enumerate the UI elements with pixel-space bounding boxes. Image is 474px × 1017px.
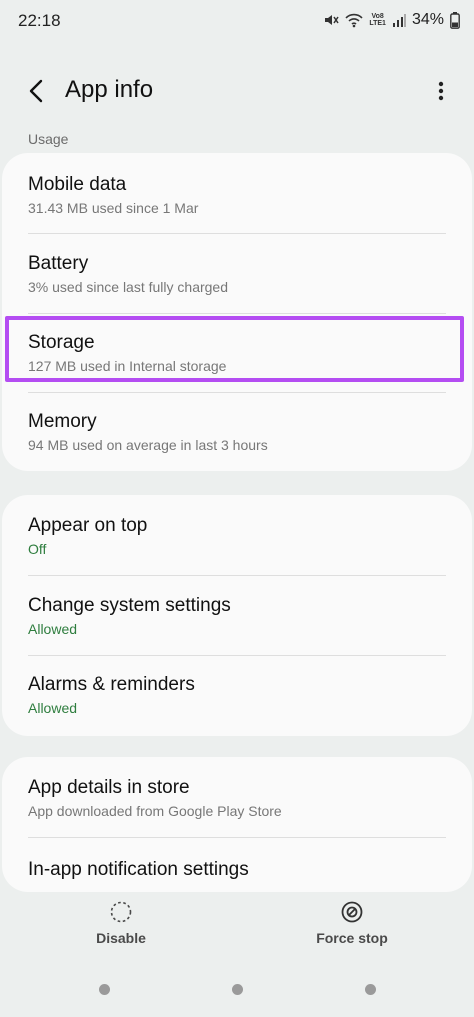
item-subtitle: 94 MB used on average in last 3 hours	[28, 437, 268, 453]
item-subtitle: 31.43 MB used since 1 Mar	[28, 200, 199, 216]
nav-back-button[interactable]	[365, 984, 376, 995]
volte-lte-indicator: Vo8 LTE1	[369, 13, 386, 27]
force-stop-icon	[341, 901, 363, 923]
item-status: Allowed	[28, 700, 78, 716]
status-icons: Vo8 LTE1 34%	[323, 11, 460, 29]
back-button[interactable]	[20, 74, 54, 108]
battery-icon	[450, 11, 460, 29]
list-item-appear-on-top[interactable]: Appear on top Off	[2, 495, 472, 575]
item-title: Battery	[28, 253, 89, 274]
usage-card: Mobile data 31.43 MB used since 1 Mar Ba…	[2, 153, 472, 471]
wifi-icon	[345, 12, 363, 28]
back-arrow-icon	[29, 79, 43, 103]
app-bar: App info	[0, 62, 474, 118]
item-title: Alarms & reminders	[28, 674, 195, 695]
item-title: In-app notification settings	[28, 859, 249, 880]
bottom-action-bar: Disable Force stop	[0, 892, 474, 962]
disable-button[interactable]: Disable	[61, 900, 181, 960]
more-options-button[interactable]	[432, 76, 450, 106]
item-status: Off	[28, 541, 47, 557]
nav-recents-button[interactable]	[99, 984, 110, 995]
item-title: Mobile data	[28, 174, 127, 195]
list-item-battery[interactable]: Battery 3% used since last fully charged	[2, 234, 472, 313]
store-card: App details in store App downloaded from…	[2, 757, 472, 892]
nav-home-button[interactable]	[232, 984, 243, 995]
item-subtitle: App downloaded from Google Play Store	[28, 803, 282, 819]
force-stop-button[interactable]: Force stop	[292, 900, 412, 960]
status-time: 22:18	[18, 11, 61, 30]
item-subtitle: 3% used since last fully charged	[28, 279, 228, 295]
force-stop-label: Force stop	[316, 930, 388, 946]
signal-icon	[392, 13, 406, 27]
list-item-memory[interactable]: Memory 94 MB used on average in last 3 h…	[2, 393, 472, 471]
section-label-usage: Usage	[28, 131, 69, 147]
list-item-alarms-reminders[interactable]: Alarms & reminders Allowed	[2, 656, 472, 736]
list-item-in-app-notification-settings[interactable]: In-app notification settings	[2, 838, 472, 892]
list-item-mobile-data[interactable]: Mobile data 31.43 MB used since 1 Mar	[2, 153, 472, 233]
battery-percent: 34%	[411, 11, 444, 28]
permissions-card: Appear on top Off Change system settings…	[2, 495, 472, 736]
list-item-change-system-settings[interactable]: Change system settings Allowed	[2, 576, 472, 655]
item-title: Appear on top	[28, 515, 148, 536]
disable-label: Disable	[96, 930, 146, 946]
status-bar: 22:18 Vo8 LTE1 34%	[0, 0, 474, 42]
item-title: Memory	[28, 411, 97, 432]
item-status: Allowed	[28, 621, 78, 637]
page-title: App info	[65, 76, 154, 103]
storage-highlight-box	[5, 316, 464, 382]
item-title: App details in store	[28, 777, 190, 798]
item-title: Change system settings	[28, 595, 231, 616]
mute-icon	[323, 12, 339, 28]
more-vert-icon	[438, 81, 444, 101]
disable-icon	[110, 901, 132, 923]
list-item-app-details-in-store[interactable]: App details in store App downloaded from…	[2, 757, 472, 837]
